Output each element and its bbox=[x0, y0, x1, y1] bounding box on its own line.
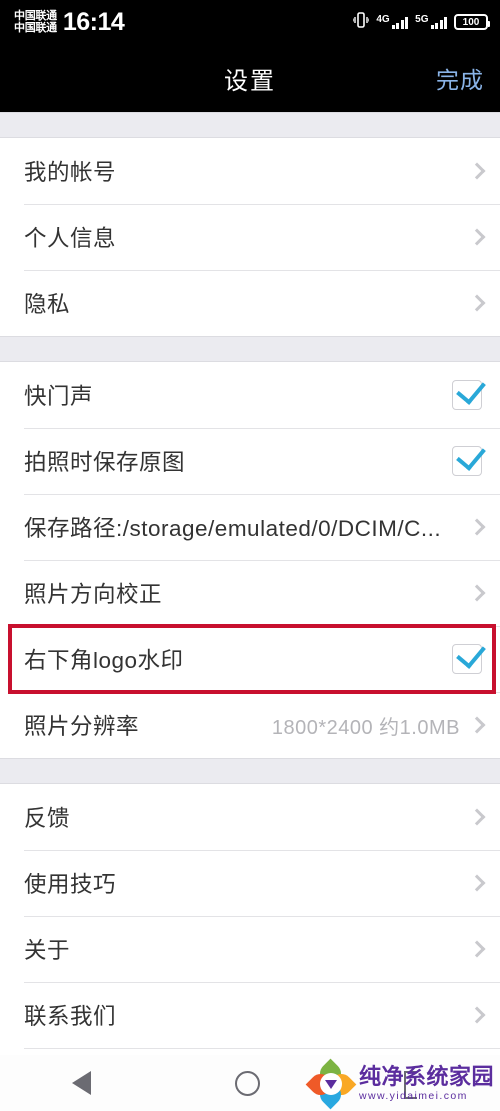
download-arrow-icon bbox=[324, 1079, 337, 1089]
settings-row[interactable]: 我的帐号 bbox=[0, 138, 500, 204]
account-group: 我的帐号个人信息隐私 bbox=[0, 138, 500, 336]
carrier-sim1: 中国联通 bbox=[14, 9, 57, 22]
chevron-right-icon bbox=[468, 584, 486, 602]
flower-logo-icon bbox=[305, 1058, 357, 1110]
camera-group: 快门声拍照时保存原图保存路径:/storage/emulated/0/DCIM/… bbox=[0, 362, 500, 758]
settings-row[interactable]: 关于 bbox=[0, 916, 500, 982]
settings-row-label: 联系我们 bbox=[24, 1004, 117, 1029]
signal-4g: 4G bbox=[376, 14, 409, 29]
support-group: 反馈使用技巧关于联系我们侵权投诉指引 bbox=[0, 784, 500, 1055]
home-circle-icon[interactable] bbox=[235, 1070, 260, 1096]
chevron-right-icon bbox=[468, 228, 486, 246]
settings-row-label: 隐私 bbox=[24, 292, 71, 317]
settings-row[interactable]: 个人信息 bbox=[0, 204, 500, 270]
watermark-site-name: 纯净系统家园 bbox=[358, 1064, 494, 1090]
settings-row[interactable]: 反馈 bbox=[0, 784, 500, 850]
status-clock: 16:14 bbox=[62, 7, 125, 36]
done-button[interactable]: 完成 bbox=[436, 61, 484, 95]
settings-row[interactable]: 照片分辨率 1800*2400 约1.0MB bbox=[0, 692, 500, 758]
group-separator bbox=[0, 758, 500, 784]
status-icons: 4G 5G 100 bbox=[352, 0, 490, 44]
settings-row-label: 关于 bbox=[24, 938, 71, 963]
settings-row[interactable]: 照片方向校正 bbox=[0, 560, 500, 626]
settings-row-checkbox[interactable] bbox=[452, 380, 482, 410]
signal-bars-4g bbox=[391, 16, 409, 29]
group-separator-top bbox=[0, 112, 500, 138]
settings-row-label: 使用技巧 bbox=[24, 872, 117, 897]
settings-groups: 我的帐号个人信息隐私快门声拍照时保存原图保存路径:/storage/emulat… bbox=[0, 138, 500, 1055]
settings-row[interactable]: 侵权投诉指引 bbox=[0, 1048, 500, 1055]
chevron-right-icon bbox=[468, 162, 486, 180]
settings-row-label: 照片方向校正 bbox=[24, 582, 163, 607]
chevron-right-icon bbox=[468, 716, 486, 734]
site-watermark: 纯净系统家园 www.yidaimei.com bbox=[305, 1058, 494, 1110]
settings-row-label: 我的帐号 bbox=[24, 160, 117, 185]
page-title: 设置 bbox=[224, 67, 276, 95]
signal-5g: 5G bbox=[415, 15, 447, 29]
settings-row-label: 右下角logo水印 bbox=[24, 648, 184, 673]
settings-row[interactable]: 联系我们 bbox=[0, 982, 500, 1048]
back-triangle-icon[interactable] bbox=[72, 1071, 91, 1095]
settings-row[interactable]: 使用技巧 bbox=[0, 850, 500, 916]
settings-row-label: 拍照时保存原图 bbox=[24, 450, 186, 475]
network-type-5g: 5G bbox=[415, 14, 429, 25]
chevron-right-icon bbox=[468, 874, 486, 892]
status-bar: 中国联通 中国联通 16:14 4G 5G 100 bbox=[0, 0, 500, 44]
settings-row-value: 1800*2400 约1.0MB bbox=[271, 716, 460, 739]
chevron-right-icon bbox=[468, 808, 486, 826]
settings-row-checkbox[interactable] bbox=[452, 644, 482, 674]
settings-row[interactable]: 快门声 bbox=[0, 362, 500, 428]
settings-row-label: 反馈 bbox=[24, 806, 71, 831]
battery-icon: 100 bbox=[454, 14, 490, 30]
settings-row[interactable]: 隐私 bbox=[0, 270, 500, 336]
settings-row[interactable]: 保存路径:/storage/emulated/0/DCIM/C... bbox=[0, 494, 500, 560]
settings-row-label: 快门声 bbox=[24, 384, 94, 409]
network-type-4g: 4G bbox=[376, 14, 390, 25]
battery-level: 100 bbox=[462, 16, 480, 28]
chevron-right-icon bbox=[468, 940, 486, 958]
settings-row-label: 个人信息 bbox=[24, 226, 117, 251]
carrier-sim2: 中国联通 bbox=[14, 22, 57, 34]
signal-bars-5g bbox=[430, 16, 447, 29]
phone-screen: 中国联通 中国联通 16:14 4G 5G 100 设置 完成 我的帐号 个人信… bbox=[0, 0, 500, 1111]
chevron-right-icon bbox=[468, 294, 486, 312]
vibrate-icon bbox=[352, 11, 371, 34]
settings-row-checkbox[interactable] bbox=[452, 446, 482, 476]
chevron-right-icon bbox=[468, 518, 486, 536]
settings-row-label: 保存路径:/storage/emulated/0/DCIM/C... bbox=[24, 516, 442, 541]
carrier-labels: 中国联通 中国联通 bbox=[14, 10, 57, 35]
settings-row-label: 照片分辨率 bbox=[24, 714, 140, 739]
watermark-site-url: www.yidaimei.com bbox=[358, 1090, 468, 1103]
title-bar: 设置 完成 bbox=[0, 44, 500, 112]
chevron-right-icon bbox=[468, 1006, 486, 1024]
settings-row[interactable]: 拍照时保存原图 bbox=[0, 428, 500, 494]
watermark-text: 纯净系统家园 www.yidaimei.com bbox=[359, 1066, 494, 1102]
settings-list[interactable]: 我的帐号个人信息隐私快门声拍照时保存原图保存路径:/storage/emulat… bbox=[0, 112, 500, 1055]
settings-row[interactable]: 右下角logo水印 bbox=[0, 626, 500, 692]
group-separator bbox=[0, 336, 500, 362]
